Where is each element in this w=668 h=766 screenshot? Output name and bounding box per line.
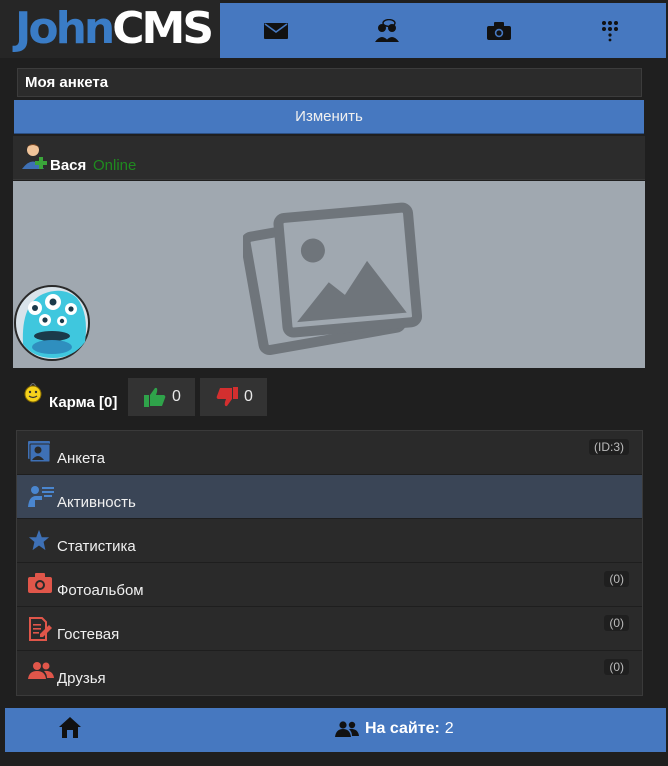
count-badge: (0) (604, 659, 629, 675)
logo-text-cms: CMS (112, 3, 214, 54)
vote-down-count: 0 (244, 388, 253, 405)
online-users-link[interactable]: На сайте: 2 (335, 720, 454, 738)
envelope-icon (263, 22, 288, 39)
menu-item-guestbook[interactable]: Гостевая (0) (17, 607, 642, 651)
online-count: 2 (444, 720, 454, 737)
users-chat-icon (375, 18, 400, 42)
profile-menu: Анкета (ID:3) Активность Статистика Фото… (16, 430, 643, 696)
cover-image[interactable] (13, 181, 645, 368)
home-icon[interactable] (58, 716, 82, 738)
nav-forum-button[interactable] (332, 3, 444, 58)
vote-up-count: 0 (172, 388, 181, 405)
id-badge: (ID:3) (589, 439, 629, 455)
activity-icon (28, 486, 54, 507)
menu-label: Анкета (57, 450, 105, 467)
camera-icon (486, 21, 511, 40)
menu-label: Фотоальбом (57, 582, 144, 599)
star-icon (28, 529, 50, 551)
online-status: Online (93, 157, 137, 174)
logo[interactable]: JohnCMS (0, 0, 220, 58)
user-header: Вася Online (13, 136, 645, 180)
nav-mail-button[interactable] (220, 3, 332, 58)
user-name: Вася (50, 157, 87, 174)
menu-label: Гостевая (57, 626, 120, 643)
thumbs-up-icon (144, 387, 166, 407)
camera-icon (28, 573, 52, 593)
menu-label: Активность (57, 494, 136, 511)
thumbs-down-icon (216, 387, 238, 407)
count-badge: (0) (604, 615, 629, 631)
add-friend-icon[interactable] (22, 142, 50, 170)
menu-item-profile[interactable]: Анкета (ID:3) (17, 431, 642, 475)
vote-up-button[interactable]: 0 (128, 378, 195, 416)
image-placeholder-icon (243, 202, 423, 356)
menu-item-photo-album[interactable]: Фотоальбом (0) (17, 563, 642, 607)
profile-card-icon (28, 441, 51, 463)
vote-down-button[interactable]: 0 (200, 378, 267, 416)
page-title: Моя анкета (17, 68, 642, 97)
top-navigation (220, 3, 666, 58)
users-icon (335, 721, 359, 737)
menu-label: Статистика (57, 538, 136, 555)
friends-icon (28, 662, 54, 679)
karma-smiley-icon (24, 383, 42, 403)
karma-row: Карма [0] 0 0 (13, 377, 645, 417)
count-badge: (0) (604, 571, 629, 587)
menu-item-activity[interactable]: Активность (17, 475, 642, 519)
menu-item-statistics[interactable]: Статистика (17, 519, 642, 563)
avatar[interactable] (13, 284, 91, 362)
footer-bar: На сайте: 2 (5, 708, 666, 752)
guestbook-icon (29, 617, 52, 641)
karma-label: Карма [0] (49, 394, 118, 411)
nav-photos-button[interactable] (443, 3, 555, 58)
online-label: На сайте: (365, 720, 440, 737)
edit-profile-button[interactable]: Изменить (14, 100, 644, 134)
menu-label: Друзья (57, 670, 106, 687)
menu-dots-icon (602, 20, 619, 41)
menu-item-friends[interactable]: Друзья (0) (17, 651, 642, 695)
nav-more-button[interactable] (555, 3, 667, 58)
logo-text-john: John (15, 3, 115, 54)
